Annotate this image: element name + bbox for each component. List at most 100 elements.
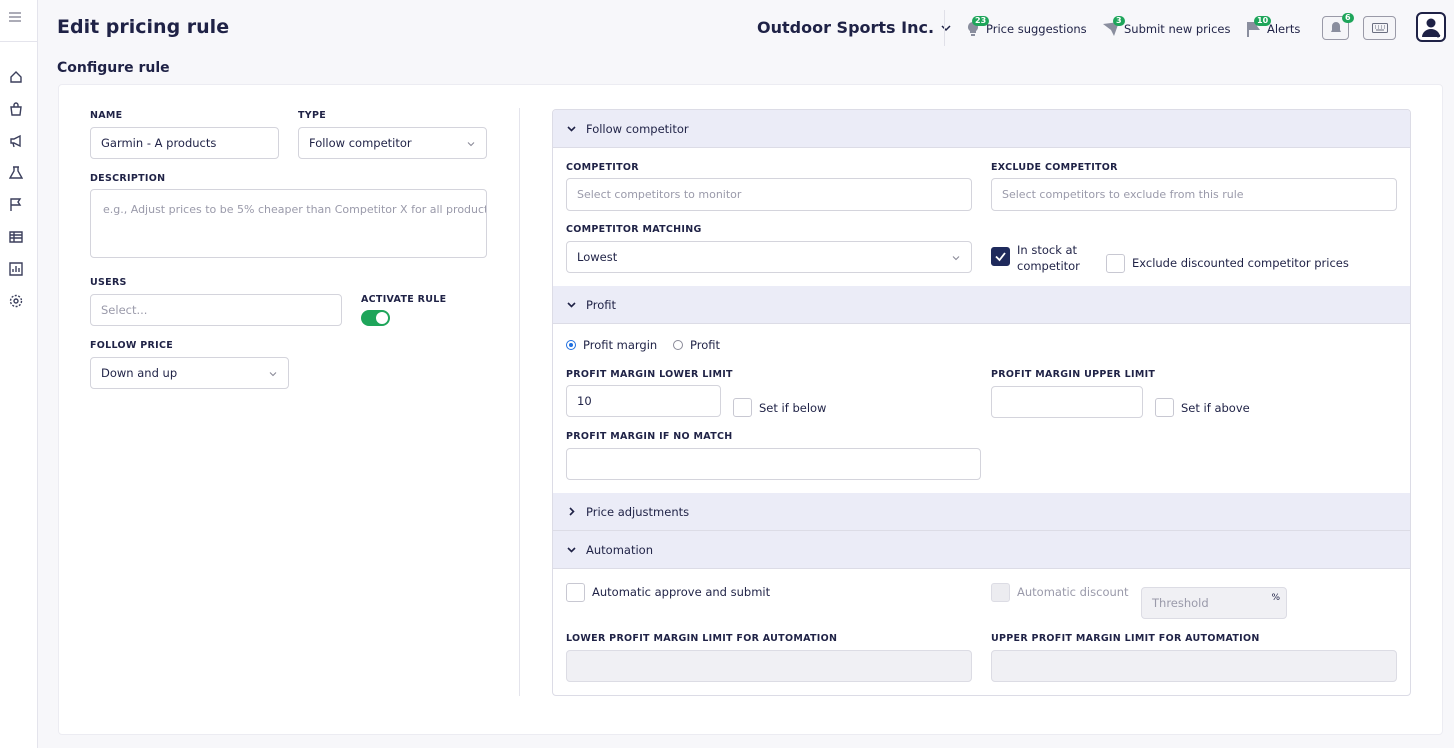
lower-limit-label: PROFIT MARGIN LOWER LIMIT <box>566 369 733 380</box>
megaphone-icon[interactable] <box>9 134 23 148</box>
menu-icon[interactable] <box>8 10 22 24</box>
chevron-down-icon <box>952 256 960 261</box>
rail-divider <box>0 41 38 42</box>
follow-price-value: Down and up <box>101 366 178 380</box>
chevron-down-icon <box>269 372 277 377</box>
type-label: TYPE <box>298 110 327 121</box>
header-divider <box>944 10 945 46</box>
no-match-input[interactable] <box>566 448 981 480</box>
alerts-link[interactable]: 10 Alerts <box>1245 16 1301 38</box>
chevron-down-icon <box>467 142 475 147</box>
description-label: DESCRIPTION <box>90 173 166 184</box>
organization-selector[interactable]: Outdoor Sports Inc. <box>757 18 952 37</box>
chevron-right-icon <box>569 507 575 516</box>
auto-approve-label: Automatic approve and submit <box>592 585 771 599</box>
users-label: USERS <box>90 277 127 288</box>
price-suggestions-badge: 23 <box>972 16 990 26</box>
submit-new-prices-link[interactable]: 3 Submit new prices <box>1102 16 1231 38</box>
no-match-label: PROFIT MARGIN IF NO MATCH <box>566 431 733 442</box>
submit-new-prices-label: Submit new prices <box>1124 22 1231 36</box>
set-if-above-label: Set if above <box>1181 401 1250 415</box>
activate-rule-label: ACTIVATE RULE <box>361 294 447 305</box>
bell-icon <box>1330 22 1341 33</box>
chart-icon[interactable] <box>9 262 23 276</box>
follow-price-label: FOLLOW PRICE <box>90 340 174 351</box>
percent-suffix: % <box>1271 593 1280 603</box>
users-select[interactable]: Select... <box>90 294 342 326</box>
keyboard-icon <box>1371 23 1388 33</box>
set-if-below-checkbox[interactable] <box>733 398 752 417</box>
follow-competitor-header[interactable]: Follow competitor <box>553 110 1410 148</box>
activate-rule-toggle[interactable] <box>361 310 390 326</box>
shopping-bag-icon[interactable] <box>9 102 23 116</box>
exclude-discounted-label: Exclude discounted competitor prices <box>1132 256 1349 270</box>
competitor-label: COMPETITOR <box>566 162 639 173</box>
chevron-down-icon <box>567 302 576 308</box>
profit-title: Profit <box>586 297 616 312</box>
page-title: Edit pricing rule <box>57 16 230 38</box>
name-input[interactable]: Garmin - A products <box>90 127 279 159</box>
profit-margin-radio-label: Profit margin <box>583 338 658 352</box>
price-adjustments-header[interactable]: Price adjustments <box>553 493 1410 531</box>
submit-new-prices-badge: 3 <box>1113 16 1125 26</box>
home-icon[interactable] <box>9 70 23 84</box>
competitor-matching-label: COMPETITOR MATCHING <box>566 224 702 235</box>
auto-upper-label: UPPER PROFIT MARGIN LIMIT FOR AUTOMATION <box>991 633 1260 644</box>
competitor-matching-value: Lowest <box>577 250 618 264</box>
profit-radio[interactable] <box>673 340 683 350</box>
chevron-down-icon <box>567 126 576 132</box>
upper-limit-input[interactable] <box>991 386 1143 418</box>
left-nav-rail <box>0 0 38 748</box>
name-label: NAME <box>90 110 123 121</box>
auto-upper-input[interactable] <box>991 650 1397 682</box>
notifications-badge: 6 <box>1342 13 1354 23</box>
exclude-discounted-checkbox[interactable] <box>1106 254 1125 273</box>
description-textarea[interactable]: e.g., Adjust prices to be 5% cheaper tha… <box>90 189 487 258</box>
flask-icon[interactable] <box>8 166 24 180</box>
upper-limit-label: PROFIT MARGIN UPPER LIMIT <box>991 369 1156 380</box>
organization-name: Outdoor Sports Inc. <box>757 18 935 37</box>
set-if-below-label: Set if below <box>759 401 827 415</box>
alerts-badge: 10 <box>1254 16 1272 26</box>
alerts-label: Alerts <box>1267 22 1301 36</box>
type-select[interactable]: Follow competitor <box>298 127 487 159</box>
follow-competitor-title: Follow competitor <box>586 121 689 136</box>
table-icon[interactable] <box>9 230 23 244</box>
in-stock-line1: In stock at <box>1017 243 1078 257</box>
auto-discount-checkbox[interactable] <box>991 583 1010 602</box>
automation-header[interactable]: Automation <box>553 531 1410 569</box>
auto-approve-checkbox[interactable] <box>566 583 585 602</box>
competitor-matching-select[interactable]: Lowest <box>566 241 972 273</box>
send-icon: 3 <box>1102 16 1125 38</box>
profit-margin-radio[interactable] <box>566 340 576 350</box>
user-avatar[interactable] <box>1416 12 1446 42</box>
price-suggestions-link[interactable]: 23 Price suggestions <box>964 16 1087 38</box>
follow-price-select[interactable]: Down and up <box>90 357 289 389</box>
in-stock-line2: competitor <box>1017 259 1080 273</box>
price-adjustments-title: Price adjustments <box>586 504 690 519</box>
exclude-competitor-select[interactable]: Select competitors to exclude from this … <box>991 178 1397 211</box>
section-title: Configure rule <box>57 60 170 76</box>
notifications-button[interactable]: 6 <box>1322 13 1354 40</box>
settings-icon[interactable] <box>9 294 23 308</box>
auto-lower-input[interactable] <box>566 650 972 682</box>
in-stock-checkbox[interactable] <box>991 247 1010 266</box>
set-if-above-checkbox[interactable] <box>1155 398 1174 417</box>
type-value: Follow competitor <box>309 136 412 150</box>
threshold-input[interactable]: Threshold % <box>1141 587 1287 619</box>
automation-title: Automation <box>586 542 653 557</box>
toggle-knob <box>376 312 388 324</box>
check-icon <box>995 252 1006 262</box>
competitor-select[interactable]: Select competitors to monitor <box>566 178 972 211</box>
in-stock-label: In stock at competitor <box>1017 242 1080 274</box>
lower-limit-input[interactable]: 10 <box>566 385 721 417</box>
user-icon <box>1422 18 1441 38</box>
threshold-placeholder: Threshold <box>1152 596 1209 610</box>
keyboard-shortcuts-button[interactable] <box>1363 16 1396 40</box>
column-divider <box>519 108 520 696</box>
profit-header[interactable]: Profit <box>553 286 1410 324</box>
flag-icon[interactable] <box>9 198 23 212</box>
price-suggestions-label: Price suggestions <box>986 22 1087 36</box>
exclude-competitor-label: EXCLUDE COMPETITOR <box>991 162 1118 173</box>
chevron-down-icon <box>941 24 951 31</box>
